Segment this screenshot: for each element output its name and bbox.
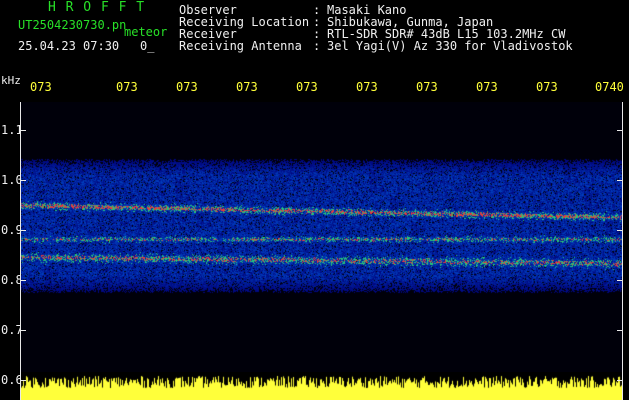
tick-marks (20, 130, 623, 381)
